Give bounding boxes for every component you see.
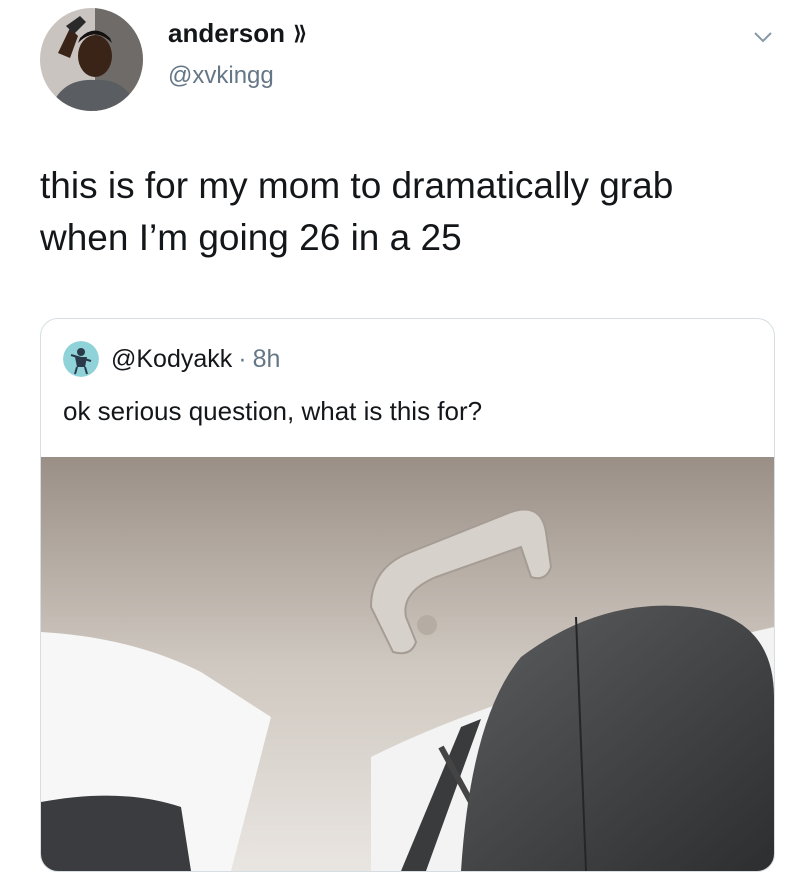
author-avatar[interactable] xyxy=(40,8,143,111)
tweet-card: anderson ⟫ @xvkingg this is for my mom t… xyxy=(0,0,800,895)
quoted-tweet-text: ok serious question, what is this for? xyxy=(63,396,483,426)
double-chevron-icon: ⟫ xyxy=(293,23,308,45)
quoted-tweet[interactable]: @Kodyakk · 8h ok serious question, what … xyxy=(40,318,775,872)
tweet-text-line: this is for my mom to dramatically grab xyxy=(40,165,674,206)
car-interior-photo[interactable] xyxy=(41,457,774,871)
quoted-author-handle[interactable]: @Kodyakk xyxy=(111,345,232,374)
quoted-tweet-header: @Kodyakk · 8h xyxy=(63,341,280,377)
author-name-text: anderson xyxy=(168,18,286,48)
quoted-author-avatar[interactable] xyxy=(63,341,99,377)
tweet-text-line: when I’m going 26 in a 25 xyxy=(40,217,462,258)
separator-dot: · xyxy=(238,344,247,373)
quoted-tweet-time: 8h xyxy=(252,344,281,373)
tweet-text: this is for my mom to dramatically grab … xyxy=(40,160,780,264)
chevron-down-icon[interactable] xyxy=(752,26,774,48)
author-handle[interactable]: @xvkingg xyxy=(168,62,274,90)
author-name[interactable]: anderson ⟫ xyxy=(168,18,307,49)
